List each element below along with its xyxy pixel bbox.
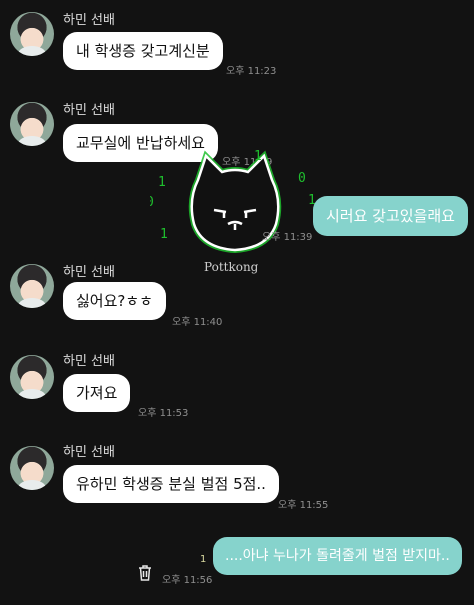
watermark-digit: 1: [254, 150, 262, 164]
watermark-digit: 0: [150, 195, 154, 210]
avatar[interactable]: [10, 446, 54, 490]
message-time: 오후 11:56: [162, 575, 213, 586]
message-bubble[interactable]: 싫어요?ㅎㅎ: [63, 282, 166, 320]
avatar[interactable]: [10, 264, 54, 308]
sender-name: 하민 선배: [63, 265, 115, 280]
sender-name: 하민 선배: [63, 354, 115, 369]
sender-name: 하민 선배: [63, 445, 115, 460]
message-time: 오후 11:39: [262, 232, 313, 243]
message-bubble[interactable]: 내 학생증 갖고계신분: [63, 32, 223, 70]
trash-icon[interactable]: [136, 564, 154, 582]
watermark-digit: 1: [160, 227, 168, 242]
avatar[interactable]: [10, 355, 54, 399]
watermark-text: Pottkong: [204, 260, 259, 274]
avatar[interactable]: [10, 102, 54, 146]
message-time: 오후 11:55: [278, 500, 329, 511]
my-message-bubble[interactable]: ....아냐 누나가 돌려줄게 벌점 받지마..: [213, 537, 462, 575]
unread-count: 1: [200, 554, 207, 565]
message-bubble[interactable]: 유하민 학생증 분실 벌점 5점..: [63, 465, 279, 503]
watermark-digit: 1: [158, 175, 166, 190]
message-bubble[interactable]: 가져요: [63, 374, 131, 412]
message-time: 오후 11:53: [138, 408, 189, 419]
message-time: 오후 11:40: [172, 317, 223, 328]
watermark-digit: 0: [298, 171, 306, 186]
sender-name: 하민 선배: [63, 103, 115, 118]
message-time: 오후 11:23: [226, 66, 277, 77]
my-message-bubble[interactable]: 시러요 갖고있을래요: [313, 196, 468, 236]
sender-name: 하민 선배: [63, 13, 115, 28]
avatar[interactable]: [10, 12, 54, 56]
